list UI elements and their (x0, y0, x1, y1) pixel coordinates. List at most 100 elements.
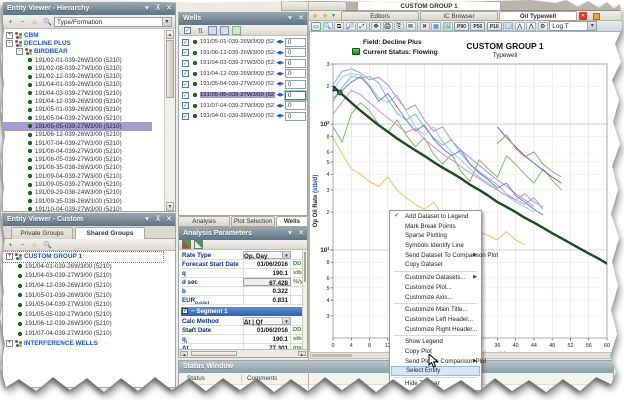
spinner-arrows-icon[interactable]: ◀▶ (276, 50, 284, 56)
p90-button[interactable]: P90 (454, 22, 469, 31)
scroll-up-arrow[interactable]: ▲ (166, 30, 174, 39)
select-tool-icon[interactable]: ▭ (311, 22, 321, 31)
sort-icon[interactable]: ⇅ (196, 26, 205, 35)
context-menu-item[interactable]: Customize Right Header... (391, 325, 480, 335)
parameter-value[interactable]: 190.1 (243, 335, 291, 343)
wells-list-row[interactable]: ✓191/04-03-039-27W3/00 (5210)◀▶0 (180, 58, 306, 68)
context-menu-item[interactable]: Add Dataset to Legend✓ (391, 212, 480, 222)
close-icon[interactable]: ✕ (297, 229, 305, 239)
wells-list-row[interactable]: ✓191/04-12-039-26W3/00 (5210)◀▶0 (180, 69, 306, 79)
spinner-arrows-icon[interactable]: ◀▶ (276, 81, 284, 87)
tree-item-well[interactable]: 191/05-05-039-27W3/00 (5210) (3, 122, 152, 130)
context-menu-item[interactable]: Show Legend (391, 337, 480, 347)
tree-item-well[interactable]: 191/04-03-039-27W3/00 (5210) (3, 271, 163, 281)
scroll-left-arrow[interactable]: ◂ (180, 351, 188, 356)
context-menu-item[interactable]: Sparse Plotting (391, 231, 480, 241)
well-checkbox[interactable]: ✓ (182, 92, 189, 99)
zoom-in-icon[interactable]: 🔍 (323, 22, 333, 31)
filter-icon[interactable]: ⌂ (30, 17, 39, 26)
context-menu-item[interactable]: Customize Plot... (391, 283, 480, 293)
close-icon[interactable]: ✕ (165, 4, 173, 14)
window-tool-icon[interactable]: 🗔 (503, 22, 513, 31)
scroll-thumb[interactable] (166, 40, 174, 98)
context-menu-item[interactable]: Hide Toolbar (391, 379, 480, 389)
scroll-thumb[interactable] (191, 351, 237, 356)
tree-item-group[interactable]: -BIRDBEAR (3, 48, 152, 56)
spinner-arrows-icon[interactable]: ◀▶ (276, 92, 284, 98)
chevron-down-icon[interactable]: ▾ (332, 12, 335, 19)
status-column-header[interactable]: Status (187, 375, 205, 382)
p50-button[interactable]: P50 (470, 22, 485, 31)
comments-column-header[interactable]: Comments (247, 375, 277, 382)
tree-item-well[interactable]: 191/05-04-039-27W3/00 (5210) (3, 114, 152, 122)
parameter-value[interactable]: 0.831 (243, 296, 291, 304)
context-menu-item[interactable]: Copy Dataset (391, 260, 480, 270)
chevron-down-icon[interactable]: ▾ (162, 18, 171, 26)
tree-item-well[interactable]: 191/02-12-039-26W3/00 (5210) (3, 73, 152, 81)
add-icon[interactable]: + (6, 240, 15, 249)
tree-item-group[interactable]: +INTERFERENCE WELLS (3, 338, 163, 348)
tree-item-well[interactable]: 191/08-04-039-27W3/00 (5210) (3, 147, 152, 155)
parameter-value[interactable]: 190.1 (243, 269, 291, 277)
chevron-down-icon[interactable]: ▾ (286, 229, 294, 239)
context-menu-item[interactable]: Symbols Identify Line (391, 241, 480, 251)
pin-icon[interactable]: ⊼ (154, 4, 162, 14)
parameter-value[interactable]: 01/06/2016 (243, 260, 291, 268)
remove-icon[interactable]: − (18, 17, 27, 26)
spinner-arrows-icon[interactable]: ◀▶ (276, 60, 284, 66)
search-icon[interactable]: 🔍 (42, 17, 51, 26)
tree-item-well[interactable]: 191/06-12-039-26W3/00 (5210) (3, 131, 152, 139)
close-icon[interactable]: ✕ (165, 215, 173, 225)
context-menu-item[interactable]: Send Dataset To Comparison Plot▶ (391, 251, 480, 261)
well-value-input[interactable]: 0 (285, 59, 306, 68)
search-icon[interactable]: 🔍 (42, 240, 51, 249)
well-value-input[interactable]: 0 (285, 91, 306, 100)
spinner-arrows-icon[interactable]: ◀▶ (276, 103, 284, 109)
chevron-down-icon[interactable]: ▾ (286, 14, 294, 24)
tab-wells[interactable]: Wells (276, 216, 308, 227)
tree-item-group[interactable]: -DECLINE PLUS (3, 39, 152, 47)
parameter-dropdown[interactable]: Δt | Qf▾ (243, 317, 291, 325)
scale-select[interactable]: Log T▾ (549, 21, 597, 31)
parameter-value[interactable]: 67.428 (243, 278, 291, 286)
p10-button[interactable]: P10 (487, 22, 502, 31)
scroll-down-arrow[interactable]: ▼ (166, 202, 174, 211)
tree-item-well[interactable]: 191/05-01-039-26W3/00 (5210) (3, 106, 152, 114)
well-value-input[interactable]: 0 (285, 112, 306, 121)
chevron-down-icon[interactable]: ▾ (143, 215, 151, 225)
copy-icon[interactable]: ⎘ (394, 22, 404, 31)
well-checkbox[interactable]: ✓ (182, 70, 189, 77)
close-tab-icon[interactable]: ✕ (579, 12, 587, 20)
tree-item-well[interactable]: 191/08-35-038-26W3/00 (5210) (3, 164, 152, 172)
zoom-window-icon[interactable]: ⧉ (334, 22, 344, 31)
well-checkbox[interactable]: ✓ (182, 113, 189, 120)
segment-checkbox[interactable]: ✓ (182, 308, 188, 314)
select-all-checkbox-icon[interactable]: ✓ (184, 27, 191, 34)
well-checkbox[interactable]: ✓ (182, 39, 189, 46)
tree-item-well[interactable]: 191/09-04-039-27W3/00 (5210) (3, 172, 152, 180)
tree-item-well[interactable]: 191/04-12-039-26W3/00 (5210) (3, 281, 163, 291)
zoom-fit-icon[interactable]: ⤢ (357, 22, 367, 31)
spinner-arrows-icon[interactable]: ◀▶ (276, 113, 284, 119)
spinner-arrows-icon[interactable]: ◀▶ (276, 71, 284, 77)
wells-list-row[interactable]: ✓191/07-04-039-27W3/00 (5210)◀▶0 (180, 101, 306, 111)
wells-list-row[interactable]: ✓191/04-01-039-26W3/00 (5210)◀▶0 (180, 111, 306, 121)
wells-list-row[interactable]: ✓191/05-05-039-27W3/00 (5210)◀▶0 (180, 90, 306, 100)
tree-item-well[interactable]: 191/05-04-039-27W3/00 (5210) (3, 300, 163, 310)
well-checkbox[interactable]: ✓ (182, 81, 189, 88)
dataset-blue-icon[interactable] (208, 26, 217, 35)
dataset-green-icon[interactable] (232, 26, 241, 35)
chevron-down-icon[interactable]: ▾ (282, 252, 290, 258)
tree-expander-icon[interactable]: + (6, 253, 13, 260)
wells-list-row[interactable]: ✓191/05-04-039-27W3/00 (5210)◀▶0 (180, 79, 306, 89)
wells-list-row[interactable]: ✓191/05-01-039-26W3/00 (5210)◀▶0 (180, 37, 306, 47)
well-value-input[interactable]: 0 (285, 38, 306, 47)
well-value-input[interactable]: 0 (285, 48, 306, 57)
tree-expander-icon[interactable]: - (16, 48, 23, 55)
tab-analysis-manager[interactable]: Analysis Manager (178, 216, 230, 227)
tree-item-well[interactable]: 191/09-29-038-24W3/00 (5210) (3, 189, 152, 197)
parameter-value[interactable]: 0.322 (243, 287, 291, 295)
tab-ic-browser[interactable]: IC Browser (420, 11, 498, 21)
scroll-right-arrow[interactable]: ▸ (298, 351, 306, 356)
well-value-input[interactable]: 0 (285, 101, 306, 110)
